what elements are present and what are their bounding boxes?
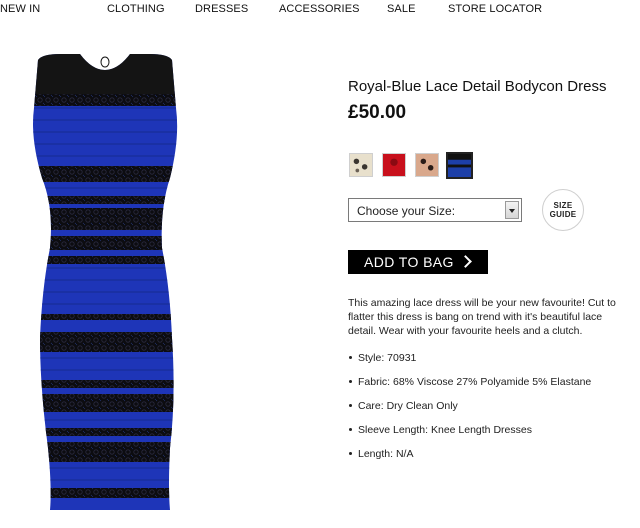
size-select-value: Choose your Size: [357,204,456,218]
spec-fabric: Fabric: 68% Viscose 27% Polyamide 5% Ela… [348,376,591,400]
add-to-bag-button[interactable]: ADD TO BAG [348,250,488,274]
product-title: Royal-Blue Lace Detail Bodycon Dress [348,78,607,95]
chevron-right-icon [459,255,472,268]
spec-style: Style: 70931 [348,352,591,376]
swatch-cream-lace[interactable] [349,153,373,177]
swatch-red[interactable] [382,153,406,177]
swatch-nude-lace[interactable] [415,153,439,177]
dress-illustration [33,54,178,510]
chevron-down-icon[interactable] [505,201,519,219]
size-guide-line1: SIZE [553,201,573,210]
top-navigation: NEW IN CLOTHING DRESSES ACCESSORIES SALE… [0,0,640,20]
size-guide-line2: GUIDE [549,210,577,219]
nav-item-new-in[interactable]: NEW IN [0,3,40,15]
nav-item-dresses[interactable]: DRESSES [195,3,248,15]
swatch-royal-blue[interactable] [446,152,473,179]
nav-item-sale[interactable]: SALE [387,3,416,15]
nav-item-clothing[interactable]: CLOTHING [107,3,165,15]
spec-length: Length: N/A [348,448,591,472]
product-description: This amazing lace dress will be your new… [348,297,616,337]
spec-care: Care: Dry Clean Only [348,400,591,424]
nav-item-store-locator[interactable]: STORE LOCATOR [448,3,542,15]
add-to-bag-label: ADD TO BAG [364,254,454,270]
size-select[interactable]: Choose your Size: [348,198,522,222]
nav-item-accessories[interactable]: ACCESSORIES [279,3,360,15]
spec-sleeve-length: Sleeve Length: Knee Length Dresses [348,424,591,448]
product-price: £50.00 [348,102,407,123]
product-image[interactable] [20,48,190,516]
product-specs: Style: 70931 Fabric: 68% Viscose 27% Pol… [348,352,591,472]
size-guide-button[interactable]: SIZE GUIDE [542,189,584,231]
